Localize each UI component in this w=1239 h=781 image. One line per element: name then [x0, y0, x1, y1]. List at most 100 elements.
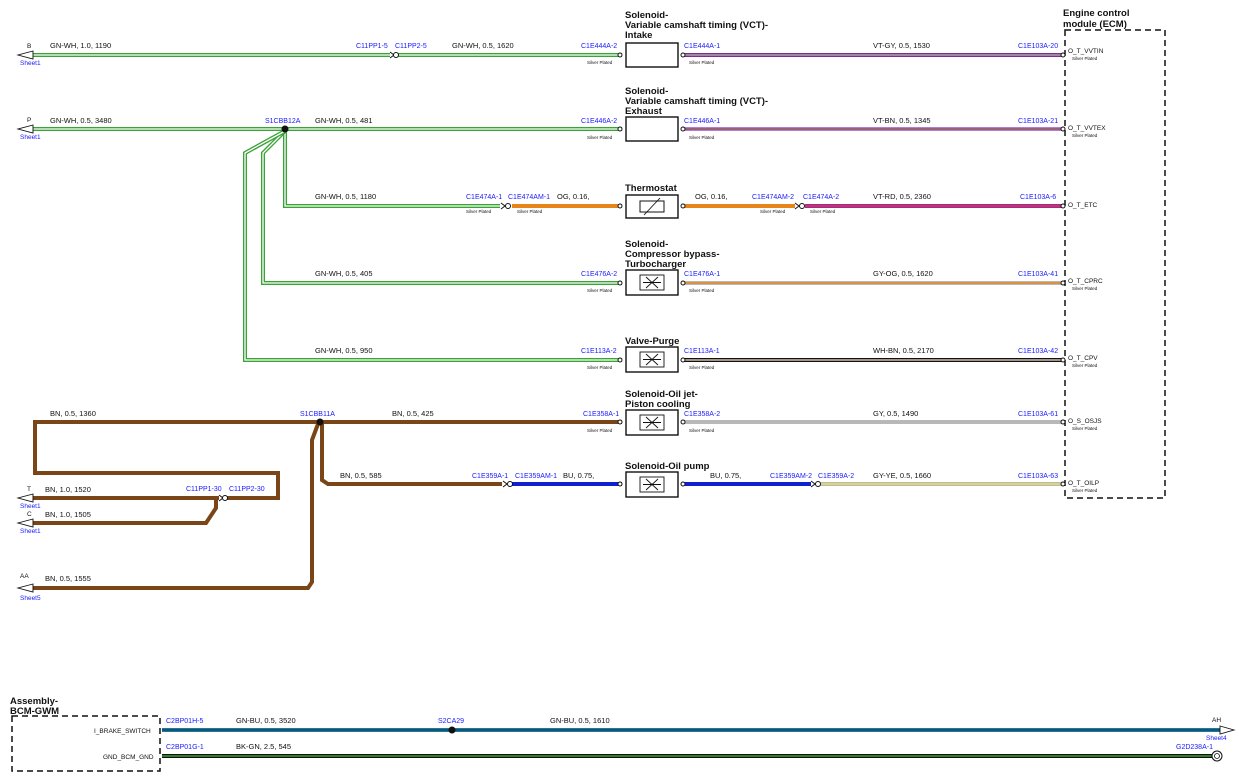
label-wire: OG, 0.16,	[557, 192, 590, 201]
component-cbv[interactable]	[625, 269, 679, 296]
label-silver-plated: Silver Plated	[587, 60, 613, 65]
label-silver-plated: Silver Plated	[689, 135, 715, 140]
cbv-title-3: Turbocharger	[625, 259, 686, 270]
label-silver-plated: Silver Plated	[1072, 426, 1098, 431]
label-connector: C11PP1-30	[186, 486, 222, 493]
terminal-ecm-41	[1060, 280, 1066, 286]
terminal-oilpump-b	[680, 481, 686, 487]
offpage-arrow-icon	[1219, 725, 1236, 735]
component-oiljet[interactable]	[625, 409, 679, 436]
label-wire: BN, 0.5, 425	[392, 409, 434, 418]
terminal-ecm-20	[1060, 52, 1066, 58]
bn-wires	[32, 420, 622, 590]
label-connector: C1E474A-1	[466, 194, 502, 201]
connector-c11pp-30[interactable]	[218, 494, 228, 502]
bcm-title-line2: BCM-GWM	[10, 706, 59, 717]
wire-oiljet-loop[interactable]	[33, 420, 622, 500]
connector-c1e474am-2[interactable]	[794, 202, 805, 210]
label-wire: GN-WH, 0.5, 1180	[315, 192, 376, 201]
label-connector: C1E359AM-1	[515, 473, 557, 480]
label-connector: C1E359A-1	[472, 473, 508, 480]
label-silver-plated: Silver Plated	[1072, 363, 1098, 368]
label-connector: C1E103A-20	[1018, 43, 1058, 50]
component-vct-exhaust[interactable]	[625, 116, 679, 142]
wire-aa[interactable]	[32, 423, 320, 590]
svg-text:Sheet1: Sheet1	[20, 60, 41, 67]
bcm-wires	[162, 728, 1222, 758]
terminal-therm-a	[617, 203, 623, 209]
terminal-ecm-6	[1060, 203, 1066, 209]
offpage-arrow-icon	[16, 50, 34, 60]
terminal-vct-exhaust-b	[680, 126, 686, 132]
label-connector: C1E103A-42	[1018, 348, 1058, 355]
label-connector: C1E444A-2	[581, 43, 617, 50]
svg-text:B: B	[27, 43, 31, 50]
label-silver-plated: Silver Plated	[587, 135, 613, 140]
connector-c1e359am-2[interactable]	[810, 480, 821, 488]
label-connector: C1E474AM-1	[508, 194, 550, 201]
splice-s2ca29-dot[interactable]	[448, 726, 456, 734]
label-connector: C11PP2-30	[229, 486, 265, 493]
label-silver-plated: Silver Plated	[1072, 488, 1098, 493]
label-pin: O_T_CPRC	[1068, 278, 1103, 285]
splice-s1cbb11a-dot[interactable]	[316, 418, 324, 426]
label-wire: OG, 0.16,	[695, 192, 728, 201]
component-purge[interactable]	[625, 346, 679, 373]
svg-text:Sheet1: Sheet1	[20, 503, 41, 510]
label-wire: GY, 0.5, 1490	[873, 409, 918, 418]
label-connector: C1E476A-1	[684, 271, 720, 278]
label-connector: C11PP2-5	[395, 43, 427, 50]
svg-text:Sheet5: Sheet5	[20, 595, 41, 602]
svg-text:C: C	[27, 511, 32, 518]
label-wire: GN-BU, 0.5, 1610	[550, 716, 610, 725]
splice-s1cbb12a-dot[interactable]	[281, 125, 289, 133]
label-silver-plated: Silver Plated	[689, 365, 715, 370]
label-splice: S1CBB11A	[300, 411, 335, 418]
label-wire: GN-WH, 0.5, 950	[315, 346, 373, 355]
label-silver-plated: Silver Plated	[689, 60, 715, 65]
label-connector: C1E103A-41	[1018, 271, 1058, 278]
label-pin: O_T_ETC	[1068, 202, 1098, 209]
label-silver-plated: Silver Plated	[587, 365, 613, 370]
label-connector: C1E446A-2	[581, 118, 617, 125]
label-wire: BN, 0.5, 1360	[50, 409, 96, 418]
ground-icon[interactable]	[1211, 750, 1223, 762]
component-vct-intake[interactable]	[625, 42, 679, 68]
connector-c1e359am-1[interactable]	[502, 480, 513, 488]
label-silver-plated: Silver Plated	[689, 428, 715, 433]
label-silver-plated: Silver Plated	[689, 288, 715, 293]
terminal-ecm-42	[1060, 357, 1066, 363]
terminal-vct-intake-b	[680, 52, 686, 58]
label-connector: G2D238A-1	[1176, 744, 1213, 751]
label-connector: C1E359AM-2	[770, 473, 812, 480]
terminal-oiljet-a	[617, 419, 623, 425]
label-wire: VT-RD, 0.5, 2360	[873, 192, 931, 201]
connector-c1e474am-1[interactable]	[500, 202, 511, 210]
label-wire: VT-BN, 0.5, 1345	[873, 116, 931, 125]
component-titles: Solenoid- Variable camshaft timing (VCT)…	[625, 10, 768, 472]
terminal-oiljet-b	[680, 419, 686, 425]
label-connector: C1E446A-1	[684, 118, 720, 125]
connector-c11pp-5[interactable]	[389, 51, 399, 59]
label-connector: C1E444A-1	[684, 43, 720, 50]
svg-text:Sheet1: Sheet1	[20, 134, 41, 141]
component-thermostat[interactable]	[625, 194, 679, 219]
label-wire: GN-WH, 0.5, 3480	[50, 116, 112, 125]
label-silver-plated: Silver Plated	[1072, 286, 1098, 291]
label-connector: C1E103A-61	[1018, 411, 1058, 418]
label-silver-plated: Silver Plated	[760, 209, 786, 214]
offpage-arrow-icon	[16, 124, 34, 134]
ecm-wires	[682, 53, 1062, 486]
label-connector: C2BP01G-1	[166, 744, 204, 751]
component-oilpump[interactable]	[625, 471, 679, 498]
label-silver-plated: Silver Plated	[1072, 133, 1098, 138]
label-silver-plated: Silver Plated	[517, 209, 543, 214]
wire-purge-gn[interactable]	[243, 129, 622, 362]
label-wire: GN-WH, 0.5, 481	[315, 116, 373, 125]
label-connector: C1E103A-21	[1018, 118, 1058, 125]
oiljet-title-2: Piston cooling	[625, 399, 691, 410]
label-splice: S2CA29	[438, 718, 464, 725]
label-connector: C1E358A-1	[583, 411, 619, 418]
svg-text:AH: AH	[1212, 717, 1221, 724]
terminal-vct-exhaust-a	[617, 126, 623, 132]
